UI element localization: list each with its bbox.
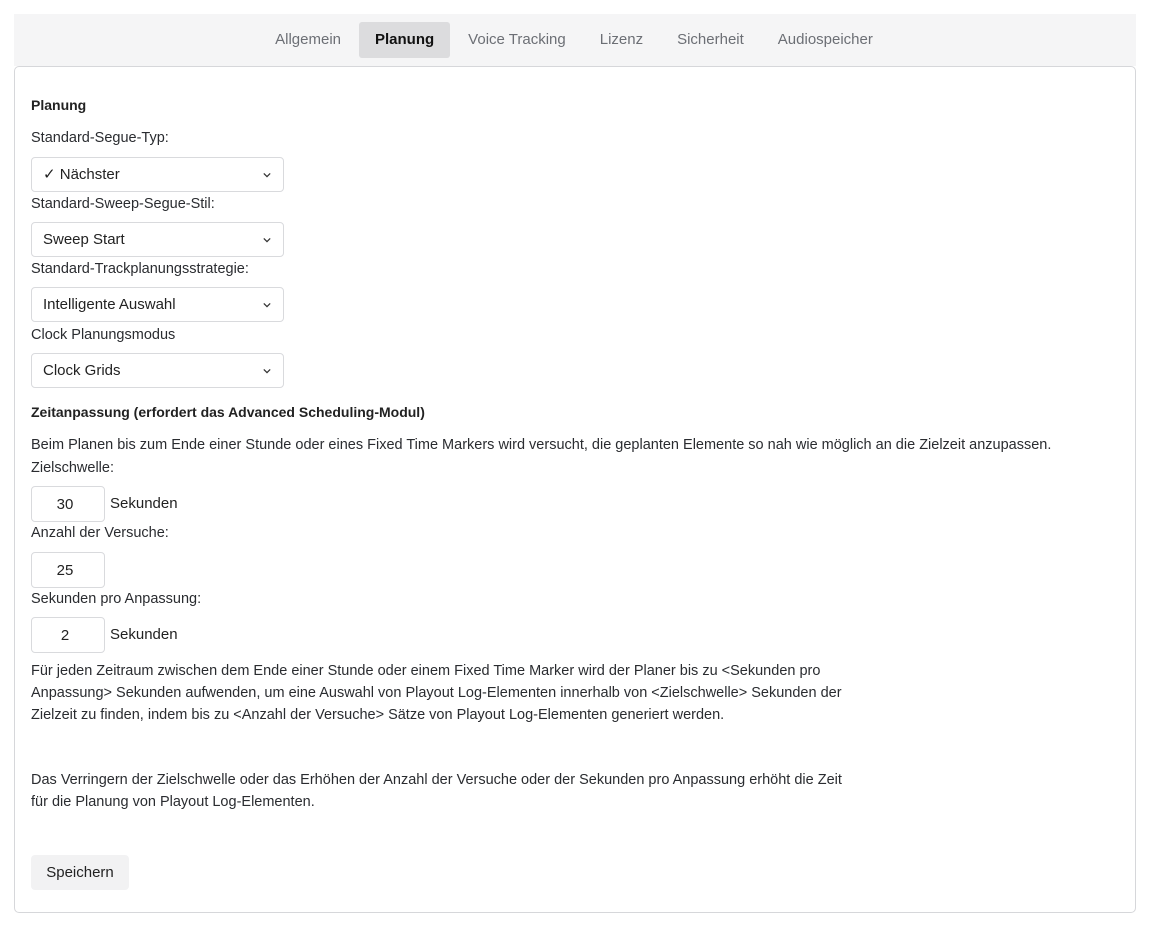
- track-strategy-value: Intelligente Auswahl: [43, 296, 176, 313]
- segue-type-label: Standard-Segue-Typ:: [31, 130, 169, 146]
- tab-sicherheit[interactable]: Sicherheit: [661, 22, 760, 58]
- explanation-paragraph-1: Für jeden Zeitraum zwischen dem Ende ein…: [31, 663, 842, 723]
- attempts-input[interactable]: [31, 552, 105, 588]
- seconds-per-adjust-input[interactable]: [31, 617, 105, 653]
- segue-type-select[interactable]: ✓ Nächster: [31, 157, 284, 192]
- tab-lizenz[interactable]: Lizenz: [584, 22, 659, 58]
- clock-mode-value: Clock Grids: [43, 362, 121, 379]
- track-strategy-label: Standard-Trackplanungsstrategie:: [31, 261, 249, 277]
- time-adjust-description: Beim Planen bis zum Ende einer Stunde od…: [31, 437, 1052, 453]
- threshold-input[interactable]: [31, 486, 105, 522]
- save-button[interactable]: Speichern: [31, 855, 129, 890]
- chevron-down-icon: [263, 237, 271, 243]
- tab-list: Allgemein Planung Voice Tracking Lizenz …: [259, 22, 889, 58]
- attempts-label: Anzahl der Versuche:: [31, 525, 169, 541]
- segue-type-value: ✓ Nächster: [43, 166, 120, 183]
- clock-mode-label: Clock Planungsmodus: [31, 327, 176, 343]
- seconds-per-adjust-label: Sekunden pro Anpassung:: [31, 591, 202, 607]
- tab-voice-tracking[interactable]: Voice Tracking: [452, 22, 582, 58]
- threshold-unit: Sekunden: [110, 495, 178, 512]
- tab-planung[interactable]: Planung: [359, 22, 451, 58]
- tab-allgemein[interactable]: Allgemein: [259, 22, 357, 58]
- chevron-down-icon: [263, 172, 271, 178]
- planning-section-title: Planung: [31, 97, 87, 113]
- settings-tab-bar: Allgemein Planung Voice Tracking Lizenz …: [14, 14, 1136, 66]
- track-strategy-select[interactable]: Intelligente Auswahl: [31, 287, 284, 322]
- sweep-segue-select[interactable]: Sweep Start: [31, 222, 284, 257]
- time-adjust-title: Zeitanpassung (erfordert das Advanced Sc…: [31, 404, 425, 420]
- seconds-per-adjust-unit: Sekunden: [110, 626, 178, 643]
- sweep-segue-label: Standard-Sweep-Segue-Stil:: [31, 196, 215, 212]
- tab-audiospeicher[interactable]: Audiospeicher: [762, 22, 889, 58]
- chevron-down-icon: [263, 302, 271, 308]
- sweep-segue-value: Sweep Start: [43, 231, 125, 248]
- threshold-label: Zielschwelle:: [31, 460, 114, 476]
- clock-mode-select[interactable]: Clock Grids: [31, 353, 284, 388]
- settings-panel: Planung Standard-Segue-Typ: ✓ Nächster S…: [14, 66, 1136, 913]
- explanation-paragraph-2: Das Verringern der Zielschwelle oder das…: [31, 772, 842, 810]
- chevron-down-icon: [263, 368, 271, 374]
